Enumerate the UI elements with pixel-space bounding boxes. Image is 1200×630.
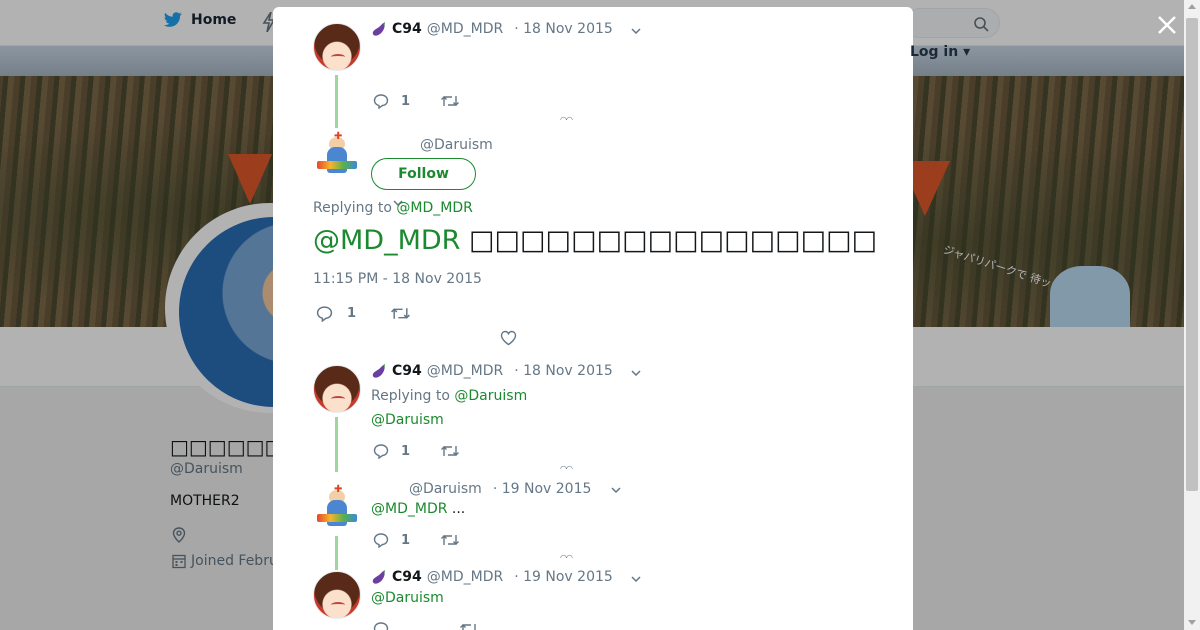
- page-scrollbar[interactable]: [1184, 0, 1200, 630]
- retweet-icon[interactable]: [440, 532, 460, 548]
- reply-icon: [373, 444, 389, 459]
- scroll-down-arrow[interactable]: [1188, 620, 1196, 625]
- avatar[interactable]: [313, 571, 361, 619]
- replying-to-link[interactable]: @MD_MDR: [396, 200, 472, 216]
- scroll-up-arrow[interactable]: [1188, 4, 1196, 9]
- tweet-date[interactable]: · 18 Nov 2015: [514, 363, 613, 379]
- display-name[interactable]: C94: [392, 21, 422, 37]
- user-handle[interactable]: @MD_MDR: [427, 363, 503, 379]
- avatar[interactable]: ✚: [313, 131, 361, 179]
- thread-connector: [335, 417, 338, 472]
- tweet-text: @MD_MDR ...: [371, 501, 465, 517]
- tweet-body: ...: [447, 501, 466, 517]
- retweet-icon[interactable]: [440, 93, 460, 109]
- tweet-actions: [373, 621, 479, 630]
- reply-icon: [316, 306, 333, 322]
- chevron-down-icon[interactable]: [611, 487, 621, 493]
- tweet-body: □□□□□□□□□□□□□□□□: [469, 225, 878, 256]
- reply-count: 1: [401, 93, 411, 109]
- mention-link[interactable]: @Daruism: [371, 412, 444, 428]
- reply-icon: [373, 94, 389, 109]
- reply-icon[interactable]: [373, 621, 389, 630]
- avatar-part: ✚: [334, 484, 343, 495]
- tweet-header: C94 @MD_MDR · 18 Nov 2015: [371, 21, 613, 37]
- loading-indicator: ◠◠: [560, 553, 573, 562]
- eggplant-icon: [372, 570, 385, 584]
- close-icon[interactable]: [1154, 12, 1180, 38]
- retweet-icon[interactable]: [390, 305, 411, 322]
- thread-connector: [335, 75, 338, 128]
- like-icon[interactable]: [500, 330, 517, 346]
- tweet-date[interactable]: · 19 Nov 2015: [493, 481, 592, 497]
- chevron-down-icon[interactable]: [631, 370, 641, 376]
- avatar-part: ✚: [334, 131, 343, 142]
- mention-link[interactable]: @MD_MDR: [371, 501, 447, 517]
- reply-count: 1: [347, 306, 357, 321]
- retweet-icon[interactable]: [440, 443, 460, 459]
- reply-count: 1: [401, 532, 411, 548]
- avatar-part: [327, 147, 347, 173]
- display-name[interactable]: C94: [392, 569, 422, 585]
- tweet-actions: 1: [373, 532, 460, 548]
- eggplant-icon: [372, 364, 385, 378]
- retweet-icon[interactable]: [459, 621, 479, 630]
- follow-button[interactable]: Follow: [371, 158, 476, 190]
- reply-button[interactable]: 1: [373, 93, 410, 109]
- tweet-header: C94 @MD_MDR · 19 Nov 2015: [371, 569, 613, 585]
- tweet-timestamp[interactable]: 11:15 PM - 18 Nov 2015: [313, 271, 482, 287]
- tweet-header: C94 @MD_MDR · 18 Nov 2015: [371, 363, 613, 379]
- avatar[interactable]: [313, 365, 361, 413]
- avatar-part: [317, 161, 357, 169]
- user-handle[interactable]: @MD_MDR: [427, 21, 503, 37]
- thread-connector: [335, 536, 338, 570]
- tweet-header: @Daruism · 19 Nov 2015: [409, 481, 591, 497]
- tweet-actions: 1: [316, 305, 411, 322]
- reply-count: 1: [401, 443, 411, 459]
- chevron-down-icon[interactable]: [631, 576, 641, 582]
- avatar-part: [327, 500, 347, 526]
- tweet-conversation-modal: C94 @MD_MDR · 18 Nov 2015 1 ◠◠ ✚ @Daruis…: [273, 7, 913, 630]
- replying-prefix: Replying to: [313, 200, 392, 216]
- mention-link[interactable]: @MD_MDR: [313, 225, 460, 256]
- avatar[interactable]: [313, 23, 361, 71]
- reply-button[interactable]: 1: [373, 443, 410, 459]
- tweet-date[interactable]: · 19 Nov 2015: [514, 569, 613, 585]
- reply-button[interactable]: 1: [316, 305, 356, 322]
- scrollbar-thumb[interactable]: [1186, 18, 1198, 491]
- mention-link[interactable]: @Daruism: [371, 590, 444, 606]
- tweet-text: @MD_MDR □□□□□□□□□□□□□□□□: [313, 225, 877, 256]
- reply-button[interactable]: 1: [373, 532, 410, 548]
- display-name[interactable]: C94: [392, 363, 422, 379]
- tweet-actions: 1: [373, 93, 460, 109]
- replying-to-line: Replying to @Daruism: [371, 388, 527, 404]
- user-handle[interactable]: @Daruism: [420, 137, 493, 153]
- tweet-date[interactable]: · 18 Nov 2015: [514, 21, 613, 37]
- chevron-down-icon[interactable]: [631, 28, 641, 34]
- loading-indicator: ◠◠: [560, 115, 573, 124]
- loading-indicator: ◠◠: [560, 464, 573, 473]
- user-handle[interactable]: @MD_MDR: [427, 569, 503, 585]
- reply-icon: [373, 533, 389, 548]
- eggplant-icon: [372, 22, 385, 36]
- tweet-actions: 1: [373, 443, 460, 459]
- replying-to-line: Replying to @MD_MDR: [313, 200, 473, 216]
- replying-prefix: Replying to: [371, 388, 450, 404]
- login-dropdown[interactable]: Log in ▾: [910, 44, 970, 60]
- avatar[interactable]: ✚: [313, 484, 361, 532]
- avatar-part: [317, 514, 357, 522]
- login-label: Log in: [910, 44, 959, 60]
- user-handle[interactable]: @Daruism: [409, 481, 482, 497]
- replying-to-link[interactable]: @Daruism: [454, 388, 527, 404]
